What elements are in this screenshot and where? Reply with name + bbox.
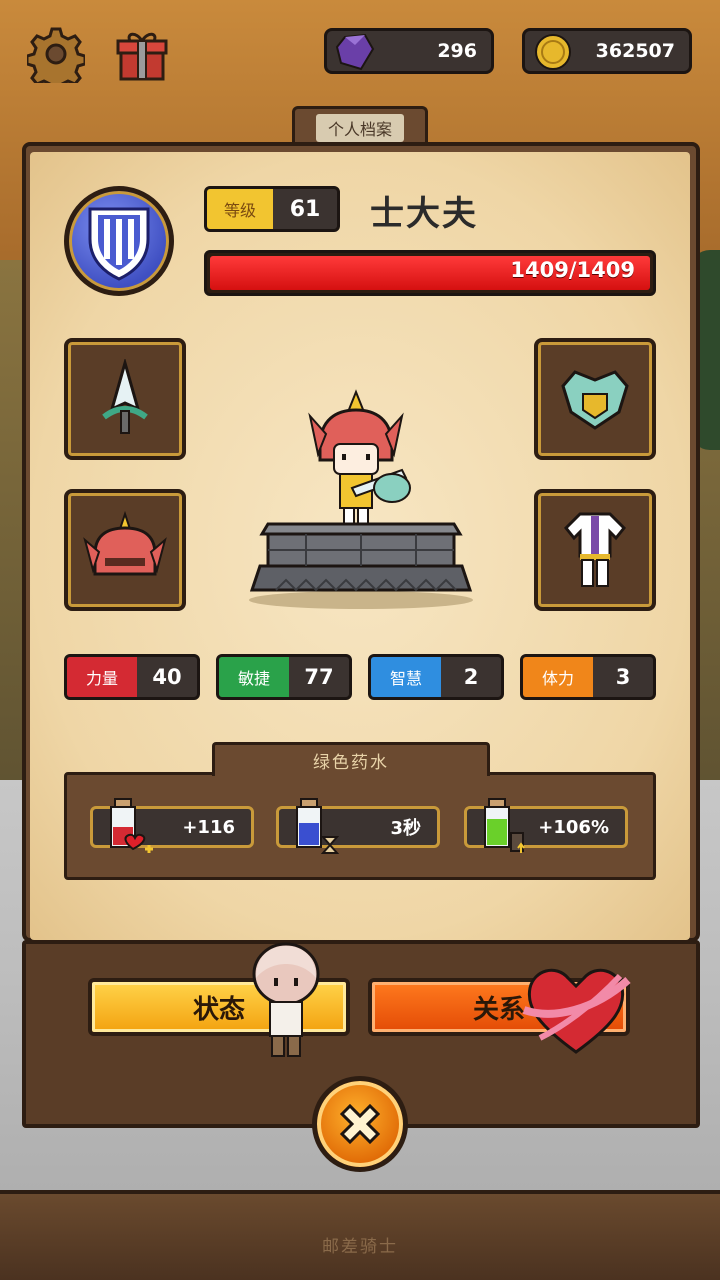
stat-wisdom-label: 智慧 (371, 657, 441, 697)
stat-strength-label: 力量 (67, 657, 137, 697)
status-button-label: 状态 (192, 994, 245, 1025)
red-potion-heart-icon (103, 797, 153, 859)
weapon-slot[interactable] (64, 338, 186, 460)
stat-agility-label: 敏捷 (219, 657, 289, 697)
body-armor-icon (563, 512, 627, 587)
profile-tab-label: 个人档案 (315, 113, 404, 142)
level-badge: 等级 61 (204, 186, 340, 232)
stat-stamina-value: 3 (615, 665, 631, 689)
potion-section-title: 绿色药水 (212, 742, 490, 776)
potion-heal-value: +116 (182, 816, 235, 838)
helmet-icon (83, 510, 167, 576)
stat-strength: 力量 40 (64, 654, 200, 700)
stat-wisdom-value: 2 (463, 665, 479, 689)
gear-icon[interactable] (26, 24, 86, 84)
gold-coin-icon (533, 33, 573, 71)
stat-stamina-label: 体力 (523, 657, 593, 697)
hp-bar: 1409/1409 (204, 250, 656, 296)
close-button[interactable] (312, 1076, 408, 1172)
blue-potion-hourglass-icon (289, 797, 340, 859)
potion-boost[interactable]: +106% (464, 798, 628, 853)
green-potion-boost-icon (477, 797, 527, 859)
gold-value: 362507 (595, 40, 675, 62)
potion-time[interactable]: 3秒 (276, 798, 440, 854)
profile-tab-title: 个人档案 (292, 106, 428, 146)
shield-emblem-icon (64, 186, 174, 296)
knight-character-icon (296, 388, 416, 528)
potion-time-value: 3秒 (390, 818, 421, 839)
gem-counter[interactable]: 296 (324, 28, 494, 74)
relation-button-label: 关系 (472, 994, 525, 1025)
ribbon-heart-icon (520, 958, 632, 1058)
gift-box-icon[interactable] (112, 24, 172, 84)
close-icon (339, 1103, 381, 1145)
hp-text: 1409/1409 (510, 258, 635, 282)
helmet-slot[interactable] (64, 489, 186, 611)
level-label: 等级 (207, 189, 273, 229)
stat-agility-value: 77 (304, 665, 334, 689)
stat-wisdom: 智慧 2 (368, 654, 504, 700)
armor-slot[interactable] (534, 489, 656, 611)
gold-counter[interactable]: 362507 (522, 28, 692, 74)
shield-armor-icon (561, 370, 629, 430)
shield-slot[interactable] (534, 338, 656, 460)
stat-stamina: 体力 3 (520, 654, 656, 700)
potion-boost-value: +106% (538, 816, 609, 838)
gem-value: 296 (437, 40, 477, 62)
spear-weapon-icon (102, 359, 148, 434)
potion-heal[interactable]: +116 (90, 798, 254, 853)
stat-strength-value: 40 (152, 665, 182, 689)
level-value: 61 (289, 196, 321, 222)
stat-agility: 敏捷 77 (216, 654, 352, 700)
purple-gem-icon (335, 33, 375, 71)
chibi-mascot-icon (248, 938, 324, 1062)
character-name: 士大夫 (370, 194, 478, 234)
footer-watermark: 邮差骑士 (322, 1237, 398, 1257)
stone-pedestal-icon (246, 520, 476, 610)
